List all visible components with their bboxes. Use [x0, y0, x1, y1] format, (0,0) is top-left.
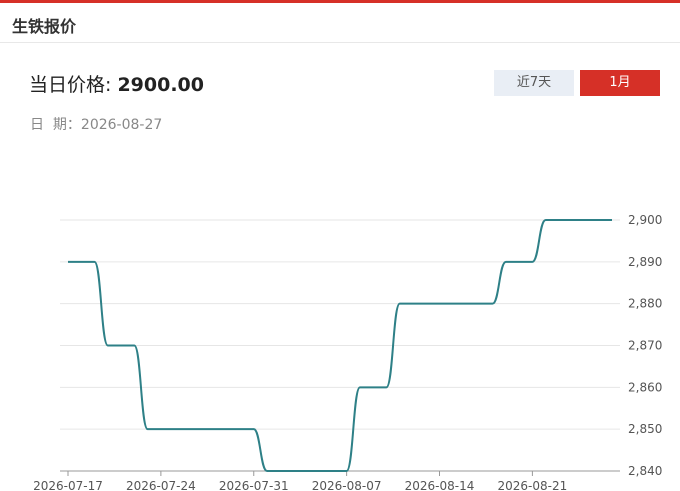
current-price-label: 当日价格:: [29, 74, 118, 96]
y-tick-label: 2,850: [628, 422, 662, 436]
price-date-label: 日 期：: [30, 117, 81, 133]
price-date-value: 2026-08-27: [80, 117, 163, 133]
y-tick-label: 2,860: [628, 380, 662, 394]
y-tick-label: 2,890: [628, 255, 662, 269]
x-tick-label: 2026-08-14: [405, 479, 475, 491]
x-tick-label: 2026-08-21: [498, 479, 568, 491]
price-date: 日 期：2026-08-27: [30, 114, 162, 134]
header-bar: 生铁报价: [0, 3, 680, 43]
x-tick-label: 2026-07-24: [126, 479, 196, 491]
current-price: 当日价格: 2900.00: [29, 70, 204, 97]
range-tabs: 近7天 1月: [494, 70, 660, 96]
y-tick-label: 2,840: [628, 464, 662, 478]
y-tick-label: 2,900: [628, 213, 662, 227]
page-title: 生铁报价: [12, 17, 77, 36]
x-tick-label: 2026-08-07: [312, 479, 382, 491]
current-price-value: 2900.00: [117, 74, 204, 96]
x-tick-label: 2026-07-31: [219, 479, 289, 491]
y-tick-label: 2,880: [628, 297, 662, 311]
y-tick-label: 2,870: [628, 339, 662, 353]
tab-1-month[interactable]: 1月: [580, 70, 660, 96]
x-tick-label: 2026-07-17: [33, 479, 103, 491]
price-line-chart: 2,840 2,850 2,860 2,870 2,880 2,890 2,900 2026-…: [33, 213, 662, 491]
tab-7-days[interactable]: 近7天: [494, 70, 574, 96]
